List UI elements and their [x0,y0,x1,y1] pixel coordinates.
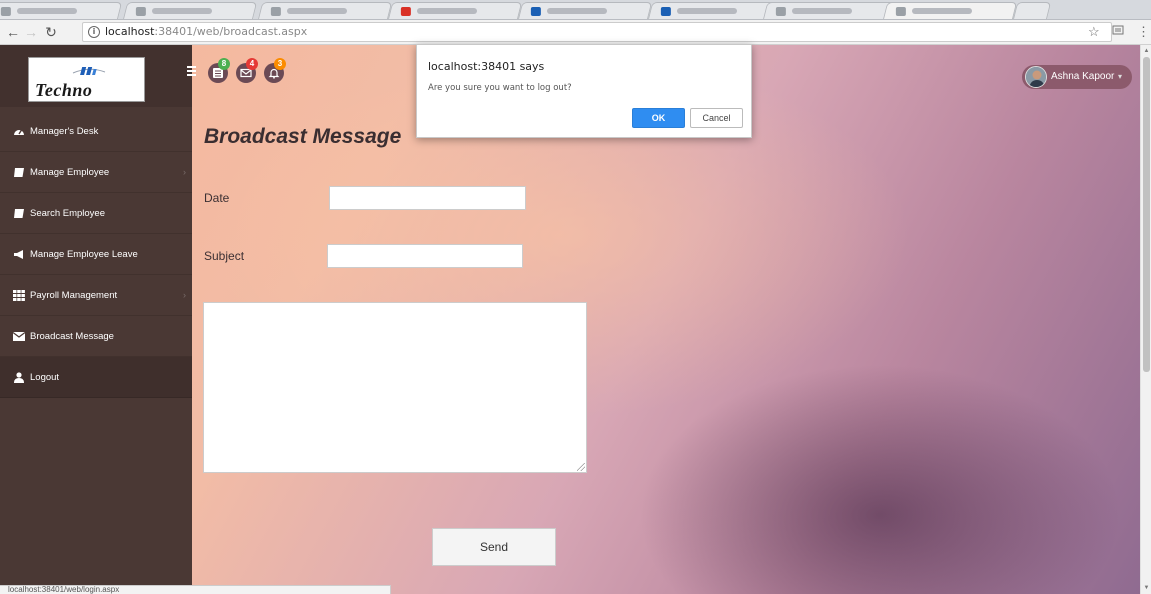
subject-label: Subject [204,249,245,263]
browser-tab[interactable] [0,2,123,19]
notifications-count-badge: 3 [274,58,286,70]
company-logo[interactable]: Techno [28,57,145,102]
bullhorn-icon [14,250,23,259]
tab-favicon [895,7,906,16]
forward-icon[interactable]: → [22,23,40,41]
page-title: Broadcast Message [204,125,402,148]
avatar [1025,66,1047,88]
send-button[interactable]: Send [432,528,556,566]
sidebar-item-broadcast-message[interactable]: Broadcast Message [0,316,192,357]
address-bar[interactable]: i localhost:38401/web/broadcast.aspx [82,22,1112,42]
sidebar-item-label: Manager's Desk [30,126,99,137]
browser-tab[interactable] [122,2,258,19]
browser-tab-active[interactable] [882,2,1018,19]
user-menu[interactable]: Ashna Kapoor ▾ [1022,65,1132,89]
tab-favicon [0,7,11,16]
scroll-down-icon[interactable]: ▼ [1142,584,1151,592]
grid-icon [13,290,25,301]
browser-toolbar: ← → ↻ i localhost:38401/web/broadcast.as… [0,20,1151,45]
sidebar-item-label: Search Employee [30,208,105,219]
browser-tab[interactable] [647,2,783,19]
info-icon[interactable]: i [88,26,100,38]
resize-grip-icon[interactable] [577,463,585,471]
sidebar: Techno Manager's Desk Manage Employee › … [0,45,192,594]
new-tab-button[interactable] [1012,2,1052,19]
browser-tab[interactable] [387,2,523,19]
reload-icon[interactable]: ↻ [42,23,60,41]
hamburger-menu-icon[interactable] [187,66,196,76]
sidebar-item-label: Logout [30,372,60,383]
browser-menu-icon[interactable]: ⋮ [1137,23,1150,41]
browser-tab[interactable] [762,2,898,19]
logo-area: Techno [0,45,192,107]
tasks-button[interactable]: 8 [208,58,230,83]
chevron-right-icon: › [183,290,186,300]
envelope-icon [13,332,25,341]
star-icon[interactable]: ☆ [1088,23,1100,41]
scrollbar-thumb[interactable] [1143,57,1150,372]
sidebar-item-label: Payroll Management [30,290,118,301]
sidebar-item-managers-desk[interactable]: Manager's Desk [0,111,192,152]
sidebar-item-search-employee[interactable]: Search Employee [0,193,192,234]
sidebar-item-label: Broadcast Message [30,331,114,342]
ok-button[interactable]: OK [632,108,685,128]
logout-confirm-dialog: localhost:38401 says Are you sure you wa… [416,44,752,138]
sidebar-item-manage-employee[interactable]: Manage Employee › [0,152,192,193]
cancel-button[interactable]: Cancel [690,108,743,128]
messages-count-badge: 4 [246,58,258,70]
sidebar-item-manage-employee-leave[interactable]: Manage Employee Leave [0,234,192,275]
browser-tab[interactable] [517,2,653,19]
sidebar-item-label: Manage Employee Leave [30,249,138,260]
dialog-title: localhost:38401 says [428,60,545,73]
tab-favicon [775,7,786,16]
messages-button[interactable]: 4 [236,58,258,83]
logo-mark-icon [72,67,106,75]
chevron-right-icon: › [183,167,186,177]
date-field[interactable] [329,186,526,210]
page-scrollbar[interactable]: ▲ ▼ [1140,45,1151,594]
notifications-button[interactable]: 3 [264,58,286,83]
sidebar-item-label: Manage Employee [30,167,110,178]
user-icon [14,372,24,383]
tab-favicon [270,7,281,16]
message-textarea[interactable] [203,302,587,473]
user-name: Ashna Kapoor [1051,71,1115,82]
back-icon[interactable]: ← [4,23,22,41]
logo-text: Techno [35,80,93,100]
tab-favicon [530,7,541,16]
book-icon [14,168,24,177]
tasks-count-badge: 8 [218,58,230,70]
tachometer-icon [14,129,24,135]
date-label: Date [204,191,230,205]
sidebar-item-logout[interactable]: Logout [0,357,192,398]
chevron-down-icon: ▾ [1118,72,1123,81]
status-bar: localhost:38401/web/login.aspx [0,585,391,594]
address-url: localhost:38401/web/broadcast.aspx [105,25,308,38]
tab-favicon [660,7,671,16]
subject-field[interactable] [327,244,523,268]
browser-tabstrip [0,0,1151,20]
tab-favicon [400,7,411,16]
scroll-up-icon[interactable]: ▲ [1142,47,1151,55]
sidebar-item-payroll-management[interactable]: Payroll Management › [0,275,192,316]
book-icon [14,209,24,218]
dialog-message: Are you sure you want to log out? [428,83,572,93]
sidebar-nav: Manager's Desk Manage Employee › Search … [0,111,192,398]
browser-tab[interactable] [257,2,393,19]
tab-favicon [135,7,146,16]
extension-icon[interactable] [1112,23,1124,41]
